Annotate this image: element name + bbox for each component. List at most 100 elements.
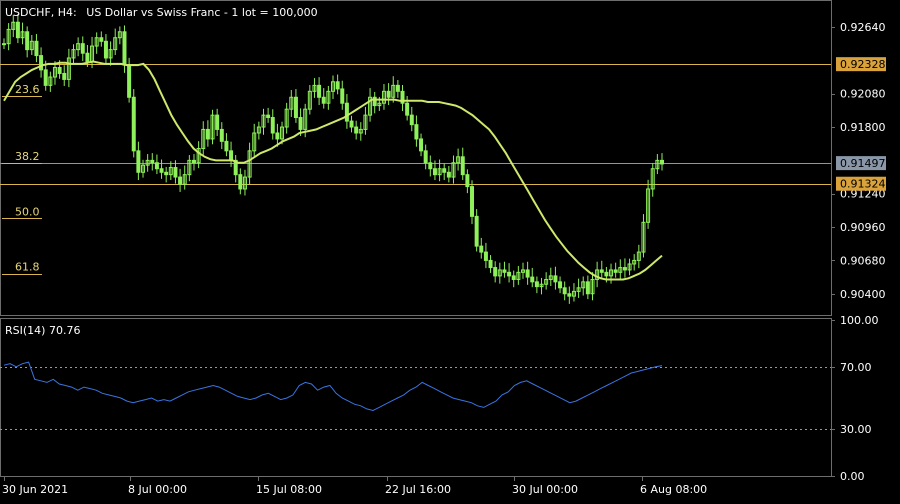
- candle-body: [511, 275, 516, 280]
- candle-body: [275, 132, 280, 140]
- candle-body: [85, 52, 90, 63]
- candle-body: [622, 267, 627, 271]
- candle-body: [164, 171, 169, 176]
- candle-body: [215, 114, 220, 130]
- candle-body: [150, 159, 155, 164]
- candle-body: [321, 96, 326, 104]
- candle-body: [154, 162, 159, 170]
- candle-body: [372, 96, 377, 107]
- candle-body: [159, 168, 164, 173]
- chart-window[interactable]: 23.6 38.2 50.0 61.8 0.92640 0.92080 0.91800 0.9…: [0, 0, 900, 500]
- candle-body: [562, 287, 567, 295]
- candle-body: [660, 159, 664, 165]
- candle-body: [62, 72, 67, 80]
- candle-body: [344, 102, 349, 122]
- candle-body: [585, 281, 590, 295]
- candle-body: [103, 40, 108, 59]
- candle-body: [409, 114, 414, 126]
- candle-body: [386, 90, 391, 98]
- rsi-line[interactable]: [3, 361, 663, 412]
- candle-body: [219, 128, 224, 142]
- x-axis: 30 Jun 2021 8 Jul 00:00 15 Jul 08:00 22 Jul…: [2, 476, 707, 496]
- candle-body: [317, 84, 322, 98]
- candle-body: [205, 128, 210, 140]
- fib-level-label-0: 23.6: [15, 83, 40, 96]
- y-tick-label: 0.92080: [840, 88, 886, 101]
- candle-body: [178, 176, 183, 185]
- candle-body: [567, 293, 572, 297]
- candle-body: [465, 174, 470, 188]
- candle-body: [428, 162, 433, 170]
- candle-body: [131, 96, 136, 152]
- candle-body: [483, 251, 488, 261]
- candle-body: [446, 171, 451, 178]
- rsi-tick-label: 70.00: [840, 361, 872, 374]
- price-tag-label: 0.91324: [840, 178, 886, 191]
- rsi-tick-label: 30.00: [840, 423, 872, 436]
- rsi-panel[interactable]: 100.00 70.00 30.00 0.00: [0, 314, 879, 483]
- candle-body: [224, 140, 229, 152]
- candle-body: [530, 276, 535, 283]
- x-tick-label: 8 Jul 00:00: [128, 483, 187, 496]
- candle-body: [340, 88, 345, 104]
- symbol-description: US Dollar vs Swiss Franc: [86, 6, 220, 19]
- price-tag-label: 0.92328: [840, 58, 886, 71]
- candle-body: [613, 269, 618, 273]
- candle-body: [335, 81, 340, 90]
- candle-body: [15, 21, 20, 39]
- y-tick-label: 0.90960: [840, 221, 886, 234]
- x-tick-label: 30 Jul 00:00: [512, 483, 578, 496]
- candle-body: [507, 271, 512, 277]
- candle-body: [229, 150, 234, 161]
- rsi-tick-label: 0.00: [840, 470, 865, 483]
- candle-body: [136, 150, 141, 173]
- main-panel[interactable]: 23.6 38.2 50.0 61.8 0.92640 0.92080 0.91800 0.9…: [0, 14, 886, 304]
- x-tick-label: 15 Jul 08:00: [256, 483, 322, 496]
- candle-body: [442, 168, 447, 173]
- candle-body: [419, 138, 424, 152]
- candle-body: [460, 156, 465, 176]
- chart-header: USDCHF, H4: US Dollar vs Swiss Franc - 1…: [5, 6, 318, 19]
- candle-body: [191, 159, 196, 164]
- candle-body: [558, 281, 563, 289]
- candle-body: [502, 269, 507, 273]
- candle-body: [488, 259, 493, 269]
- candle-body: [474, 215, 479, 247]
- candle-body: [553, 275, 558, 283]
- rsi-tick-label: 100.00: [840, 314, 879, 327]
- candle-body: [395, 84, 400, 92]
- candle-body: [599, 269, 604, 273]
- candle-body: [534, 281, 539, 288]
- candle-body: [122, 31, 127, 66]
- candle-body: [39, 55, 44, 71]
- symbol-timeframe: USDCHF, H4:: [5, 6, 77, 19]
- candle-body: [432, 168, 437, 176]
- candle-body: [173, 167, 178, 178]
- fib-level-label-1: 38.2: [15, 150, 40, 163]
- x-tick-label: 6 Aug 08:00: [640, 483, 707, 496]
- lot-size: - 1 lot = 100,000: [224, 6, 318, 19]
- candle-body: [99, 37, 104, 42]
- candle-body: [405, 102, 410, 116]
- price-tag-label: 0.91497: [840, 157, 886, 170]
- candle-body: [2, 43, 6, 46]
- candle-body: [266, 114, 271, 119]
- candle-body: [57, 66, 62, 74]
- x-tick-label: 22 Jul 16:00: [385, 483, 451, 496]
- candle-body: [127, 64, 132, 98]
- candle-body: [479, 245, 484, 253]
- fib-level-label-2: 50.0: [15, 205, 40, 218]
- candle-body: [470, 186, 475, 217]
- candle-body: [423, 150, 428, 164]
- fib-level-label-3: 61.8: [15, 261, 40, 274]
- candle-body: [354, 126, 359, 134]
- x-tick-label: 30 Jun 2021: [2, 483, 68, 496]
- rsi-title: RSI(14) 70.76: [5, 324, 80, 337]
- candle-body: [298, 117, 303, 130]
- candle-body: [414, 124, 419, 140]
- candle-body: [270, 117, 275, 134]
- candle-body: [80, 43, 85, 54]
- y-tick-label: 0.91800: [840, 121, 886, 134]
- candle-body: [25, 31, 30, 51]
- chart-canvas[interactable]: 23.6 38.2 50.0 61.8 0.92640 0.92080 0.91800 0.9…: [0, 0, 900, 500]
